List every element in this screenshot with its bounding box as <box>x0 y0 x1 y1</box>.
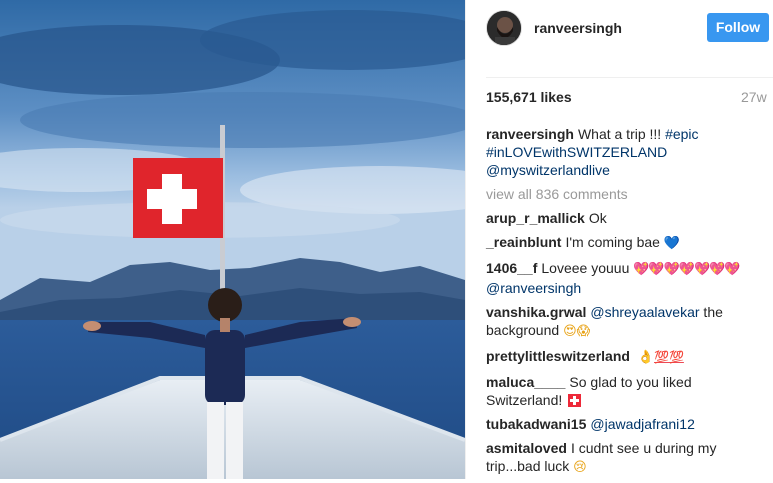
caption-hashtag-switzerland[interactable]: #inLOVEwithSWITZERLAND <box>486 144 667 160</box>
comment: arup_r_mallick Ok <box>486 209 769 227</box>
comment-text: Loveee youuu <box>541 260 630 276</box>
hundred-points-icon: 💯💯 <box>654 350 684 364</box>
swiss-flag-icon <box>568 394 582 407</box>
caption-username[interactable]: ranveersingh <box>486 126 574 142</box>
comment-username[interactable]: 1406__f <box>486 260 537 276</box>
avatar[interactable] <box>486 10 522 46</box>
comment: tubakadwani15 @jawadjafrani12 <box>486 415 769 433</box>
view-all-comments-link[interactable]: view all 836 comments <box>486 185 769 203</box>
comment-mention[interactable]: @shreyaalavekar <box>590 304 699 320</box>
avatar-photo <box>487 11 521 45</box>
comment-username[interactable]: _reainblunt <box>486 234 561 250</box>
post-sidebar: ranveersingh Follow 155,671 likes 27w ra… <box>465 0 773 479</box>
comment-text: Ok <box>588 210 607 226</box>
caption-mention[interactable]: @myswitzerlandlive <box>486 162 610 178</box>
sparkling-heart-icon: 💖💖💖💖💖💖💖 <box>633 262 740 277</box>
divider <box>486 77 773 78</box>
comment-text: I'm coming bae <box>565 234 660 250</box>
comment: asmitaloved I cudnt see u during my trip.… <box>486 439 769 477</box>
comment-mention[interactable]: @jawadjafrani12 <box>590 416 695 432</box>
blue-heart-icon: 💙 <box>663 236 681 251</box>
post-age[interactable]: 27w <box>741 89 767 105</box>
comment: maluca____ So glad to you liked Switzerla… <box>486 373 769 409</box>
comment-username[interactable]: vanshika.grwal <box>486 304 586 320</box>
face-emoji-icon: 😍😱 <box>563 324 591 339</box>
comment: vanshika.grwal @shreyaalavekar the backgr… <box>486 303 769 341</box>
post-username[interactable]: ranveersingh <box>534 20 622 36</box>
comment-username[interactable]: arup_r_mallick <box>486 210 585 226</box>
caption-hashtag-epic[interactable]: #epic <box>665 126 698 142</box>
photo-scene <box>0 0 465 479</box>
likes-count[interactable]: 155,671 likes <box>486 89 572 105</box>
comments-list: ranveersingh What a trip !!! #epic #inLOV… <box>486 125 769 483</box>
comment-username[interactable]: maluca____ <box>486 374 565 390</box>
comment-username[interactable]: asmitaloved <box>486 440 567 456</box>
caption: ranveersingh What a trip !!! #epic #inLOV… <box>486 125 769 179</box>
comment-mention[interactable]: @ranveersingh <box>486 280 581 296</box>
follow-button[interactable]: Follow <box>707 13 769 42</box>
crying-face-icon: 😢 <box>573 460 587 475</box>
post-header: ranveersingh Follow <box>466 0 773 56</box>
comment-username[interactable]: prettylittleswitzerland <box>486 348 630 364</box>
comment: 1406__f Loveee youuu 💖💖💖💖💖💖💖 @ranveersing… <box>486 259 769 297</box>
comment: prettylittleswitzerland 👌💯💯 <box>486 347 769 367</box>
post-photo[interactable] <box>0 0 465 479</box>
comment: _reainblunt I'm coming bae 💙 <box>486 233 769 253</box>
comment-username[interactable]: tubakadwani15 <box>486 416 586 432</box>
ok-hand-icon: 👌 <box>637 350 654 365</box>
caption-text: What a trip !!! <box>577 126 666 142</box>
